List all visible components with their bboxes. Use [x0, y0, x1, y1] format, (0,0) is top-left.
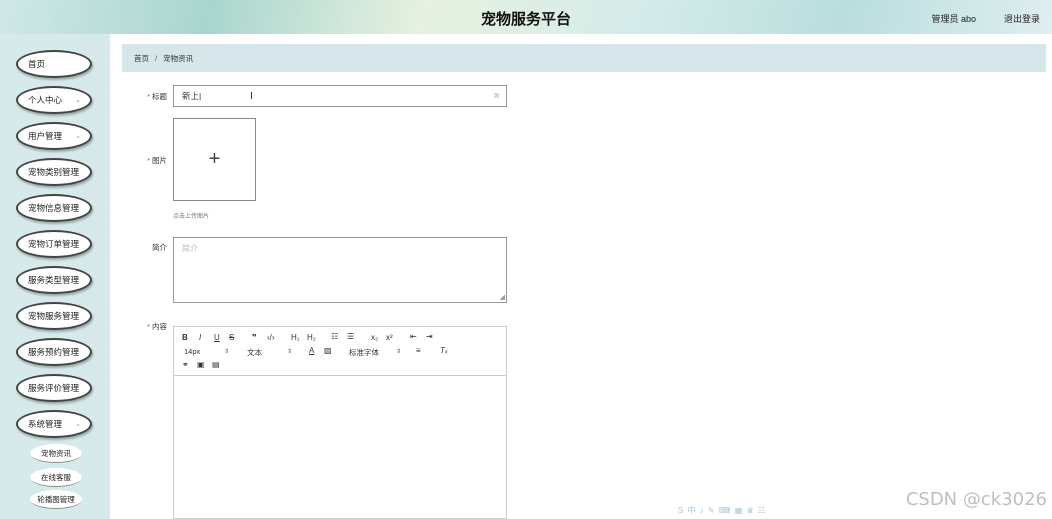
title-label: * 标题 [127, 91, 167, 102]
blockquote-icon[interactable]: ❞ [252, 333, 257, 342]
font-size-value: 14px [184, 347, 201, 356]
logout-link[interactable]: 退出登录 [1004, 12, 1040, 25]
sidebar-item-label: 用户管理 [28, 131, 63, 141]
code-block-icon[interactable]: ‹/› [267, 333, 275, 342]
indent-icon[interactable]: ⇥ [426, 332, 433, 341]
align-icon[interactable]: ≡ [416, 346, 421, 355]
intro-textarea[interactable]: 简介 ◢ [173, 237, 507, 303]
background-color-icon[interactable]: ▨ [324, 346, 332, 355]
breadcrumb-home[interactable]: 首页 [134, 53, 149, 64]
chevron-down-icon: ⇕ [396, 349, 402, 355]
title-input[interactable]: 新上| I ⊗ [173, 85, 507, 107]
breadcrumb-separator: / [155, 53, 158, 63]
content-label-text: 内容 [152, 322, 167, 331]
csdn-watermark: CSDN @ck3026 [905, 489, 1047, 510]
sidebar: 首页 个人中心 ⌄ 用户管理 ⌄ 宠物类别管理 宠物信息管理 宠物订单管理 服务类型… [0, 34, 110, 519]
sidebar-item-label: 首页 [28, 59, 46, 69]
strikethrough-icon[interactable]: S [229, 333, 234, 342]
header-1-icon[interactable]: H₁ [291, 333, 299, 342]
chevron-down-icon: ⌄ [75, 133, 81, 140]
underline-icon[interactable]: U [214, 333, 220, 342]
chevron-down-icon: ⇕ [287, 349, 293, 355]
sidebar-item-pet-orders[interactable]: 宠物订单管理 [16, 230, 92, 258]
font-family-value: 标准字体 [349, 348, 379, 357]
sidebar-item-pet-info[interactable]: 宠物信息管理 [16, 194, 92, 222]
sidebar-subitem-online-support[interactable]: 在线客服 [30, 468, 82, 487]
top-header: 宠物服务平台 管理员 abo 退出登录 [0, 0, 1052, 34]
rich-text-editor[interactable]: B I U S ❞ ‹/› H₁ H₂ ☷ ☰ x₂ x² ⇤ ⇥ 14px ⇕ … [173, 326, 507, 519]
sidebar-item-users[interactable]: 用户管理 ⌄ [16, 122, 92, 150]
breadcrumb-current: 宠物资讯 [163, 53, 194, 63]
breadcrumb: 首页 / 宠物资讯 [122, 44, 1046, 72]
sidebar-item-label: 宠物订单管理 [28, 239, 80, 249]
font-color-icon[interactable]: A [309, 346, 314, 355]
sidebar-item-label: 个人中心 [28, 95, 63, 105]
sidebar-item-label: 服务预约管理 [28, 347, 80, 357]
title-input-value: 新上| [182, 91, 202, 101]
font-size-select[interactable]: 14px ⇕ [184, 347, 234, 356]
ime-toolbar: S 中 ♪ ✎ ⌨ ▦ ♛ ☷ [678, 506, 767, 515]
sidebar-item-profile[interactable]: 个人中心 ⌄ [16, 86, 92, 114]
content-label: * 内容 [127, 321, 167, 332]
required-mark: * [147, 92, 150, 101]
required-mark: * [147, 322, 150, 331]
plus-icon: + [208, 148, 221, 170]
italic-icon[interactable]: I [199, 333, 201, 342]
sidebar-subitem-carousel[interactable]: 轮播图管理 [30, 490, 82, 509]
video-icon[interactable]: ▤ [212, 360, 220, 369]
intro-placeholder: 简介 [182, 244, 198, 253]
admin-user-label: 管理员 abo [931, 14, 976, 24]
image-uploader[interactable]: + [173, 118, 256, 201]
sidebar-item-label: 宠物信息管理 [28, 203, 80, 213]
image-label-text: 图片 [152, 156, 167, 165]
superscript-icon[interactable]: x² [386, 333, 393, 342]
bold-icon[interactable]: B [182, 333, 188, 342]
paragraph-select[interactable]: 文本 ⇕ [247, 347, 297, 358]
required-mark: * [147, 156, 150, 165]
sidebar-item-label: 服务类型管理 [28, 275, 80, 285]
editor-toolbar: B I U S ❞ ‹/› H₁ H₂ ☷ ☰ x₂ x² ⇤ ⇥ 14px ⇕ … [174, 327, 506, 376]
ordered-list-icon[interactable]: ☷ [331, 332, 338, 341]
sidebar-item-label: 服务评价管理 [28, 383, 80, 393]
clear-format-icon[interactable]: Tₓ [440, 346, 448, 355]
image-icon[interactable]: ▣ [197, 360, 205, 369]
sidebar-item-pet-category[interactable]: 宠物类别管理 [16, 158, 92, 186]
chevron-down-icon: ⌄ [75, 97, 81, 104]
sidebar-item-label: 系统管理 [28, 419, 63, 429]
header-2-icon[interactable]: H₂ [307, 333, 316, 342]
sidebar-subitem-pet-news[interactable]: 宠物资讯 [30, 444, 82, 463]
chevron-down-icon: ⌄ [75, 421, 81, 428]
subscript-icon[interactable]: x₂ [371, 333, 378, 342]
sidebar-item-label: 宠物服务管理 [28, 311, 80, 321]
outdent-icon[interactable]: ⇤ [410, 332, 417, 341]
sidebar-item-service-type[interactable]: 服务类型管理 [16, 266, 92, 294]
title-label-text: 标题 [152, 92, 167, 101]
paragraph-value: 文本 [247, 348, 262, 357]
resize-grip-icon[interactable]: ◢ [500, 293, 505, 301]
intro-label: 简介 [152, 243, 167, 252]
bullet-list-icon[interactable]: ☰ [347, 332, 354, 341]
sidebar-item-system[interactable]: 系统管理 ⌄ [16, 410, 92, 438]
sidebar-item-home[interactable]: 首页 [16, 50, 92, 78]
clear-icon[interactable]: ⊗ [493, 91, 500, 100]
sidebar-item-service-booking[interactable]: 服务预约管理 [16, 338, 92, 366]
sidebar-item-label: 宠物类别管理 [28, 167, 80, 177]
upload-hint: 点击上传图片 [173, 214, 210, 220]
link-icon[interactable]: ⚭ [182, 360, 189, 369]
text-cursor-icon: I [250, 91, 253, 102]
font-family-select[interactable]: 标准字体 ⇕ [349, 347, 405, 358]
sidebar-item-pet-service[interactable]: 宠物服务管理 [16, 302, 92, 330]
image-label: * 图片 [127, 155, 167, 166]
chevron-down-icon: ⇕ [224, 349, 230, 355]
page-title: 宠物服务平台 [480, 11, 571, 28]
sidebar-item-service-review[interactable]: 服务评价管理 [16, 374, 92, 402]
